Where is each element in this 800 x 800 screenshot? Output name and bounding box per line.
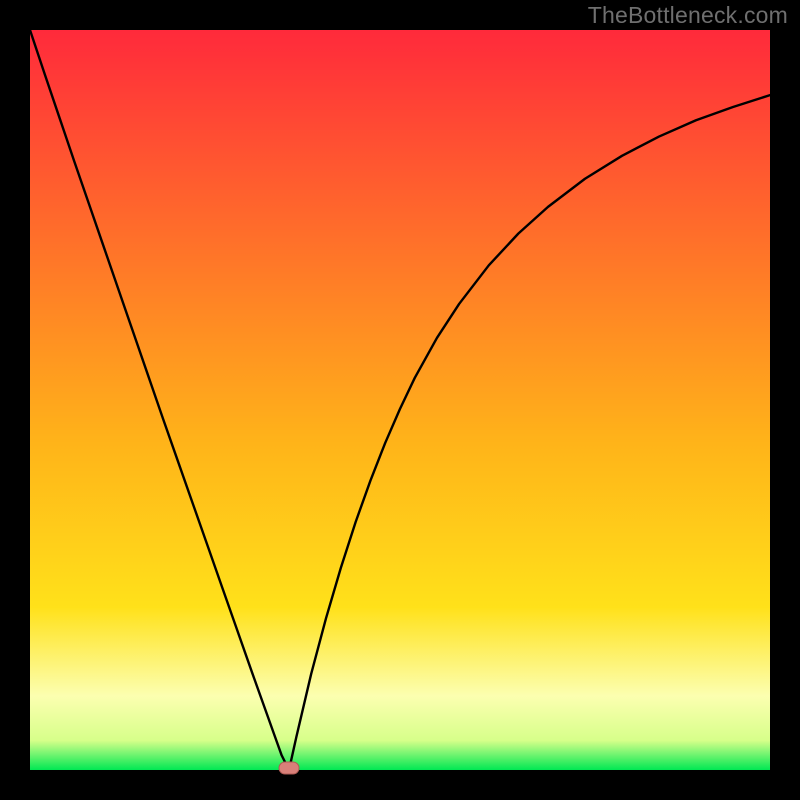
chart-svg bbox=[0, 0, 800, 800]
optimum-marker bbox=[279, 762, 299, 774]
chart-container: TheBottleneck.com bbox=[0, 0, 800, 800]
plot-background bbox=[30, 30, 770, 770]
attribution-text: TheBottleneck.com bbox=[588, 2, 788, 29]
